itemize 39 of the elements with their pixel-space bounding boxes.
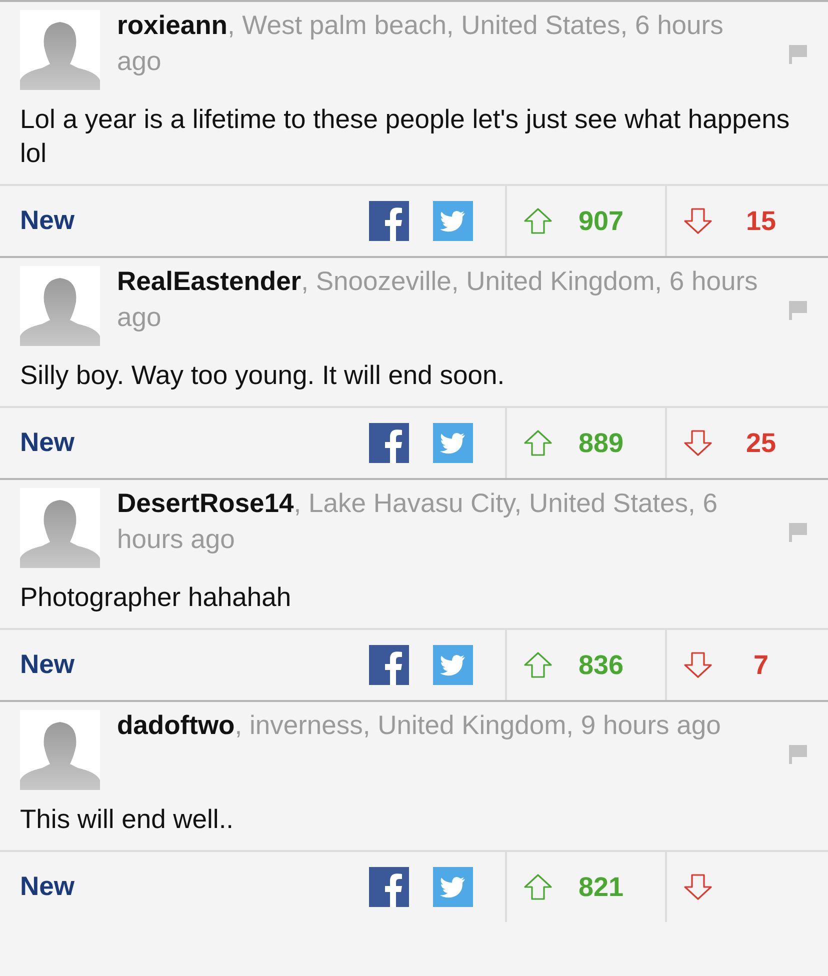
comment-header: RealEastender, Snoozeville, United Kingdom, 6 hours ago	[117, 265, 759, 334]
facebook-icon[interactable]	[369, 201, 409, 241]
facebook-icon[interactable]	[369, 645, 409, 685]
facebook-icon[interactable]	[369, 867, 409, 907]
twitter-icon[interactable]	[433, 867, 473, 907]
upvote-count: 836	[577, 648, 625, 682]
facebook-icon[interactable]	[369, 423, 409, 463]
upvote-icon[interactable]	[523, 207, 553, 235]
twitter-icon[interactable]	[433, 201, 473, 241]
downvote-icon[interactable]	[683, 207, 713, 235]
twitter-icon[interactable]	[433, 423, 473, 463]
new-label: New	[19, 426, 74, 460]
upvote-count: 889	[577, 426, 625, 460]
flag-icon[interactable]	[788, 744, 808, 764]
flag-icon[interactable]	[788, 300, 808, 320]
upvote-count: 821	[577, 870, 625, 904]
upvote-icon[interactable]	[523, 651, 553, 679]
downvote-count: 15	[744, 204, 778, 238]
comment-text: Photographer hahahah	[19, 581, 292, 614]
upvote-count: 907	[577, 204, 625, 238]
comment-text: This will end well..	[19, 803, 235, 836]
flag-icon[interactable]	[788, 44, 808, 64]
comment-text: Lol a year is a lifetime to these people let's just see what happens lol	[19, 103, 791, 170]
flag-icon[interactable]	[788, 522, 808, 542]
new-label: New	[19, 870, 74, 904]
comment-header: DesertRose14, Lake Havasu City, United States, 6 hours ago	[117, 487, 718, 556]
comment-header: dadoftwo, inverness, United Kingdom, 9 hours ago	[117, 709, 722, 742]
downvote-count: 7	[752, 648, 770, 682]
upvote-icon[interactable]	[523, 429, 553, 457]
twitter-icon[interactable]	[433, 645, 473, 685]
downvote-icon[interactable]	[683, 651, 713, 679]
downvote-icon[interactable]	[683, 873, 713, 901]
comment-header: roxieann, West palm beach, United States, 6 hours ago	[117, 9, 724, 78]
new-label: New	[19, 204, 74, 238]
upvote-icon[interactable]	[523, 873, 553, 901]
downvote-icon[interactable]	[683, 429, 713, 457]
comment-text: Silly boy. Way too young. It will end soon.	[19, 359, 506, 392]
downvote-count: 25	[744, 426, 778, 460]
new-label: New	[19, 648, 74, 682]
